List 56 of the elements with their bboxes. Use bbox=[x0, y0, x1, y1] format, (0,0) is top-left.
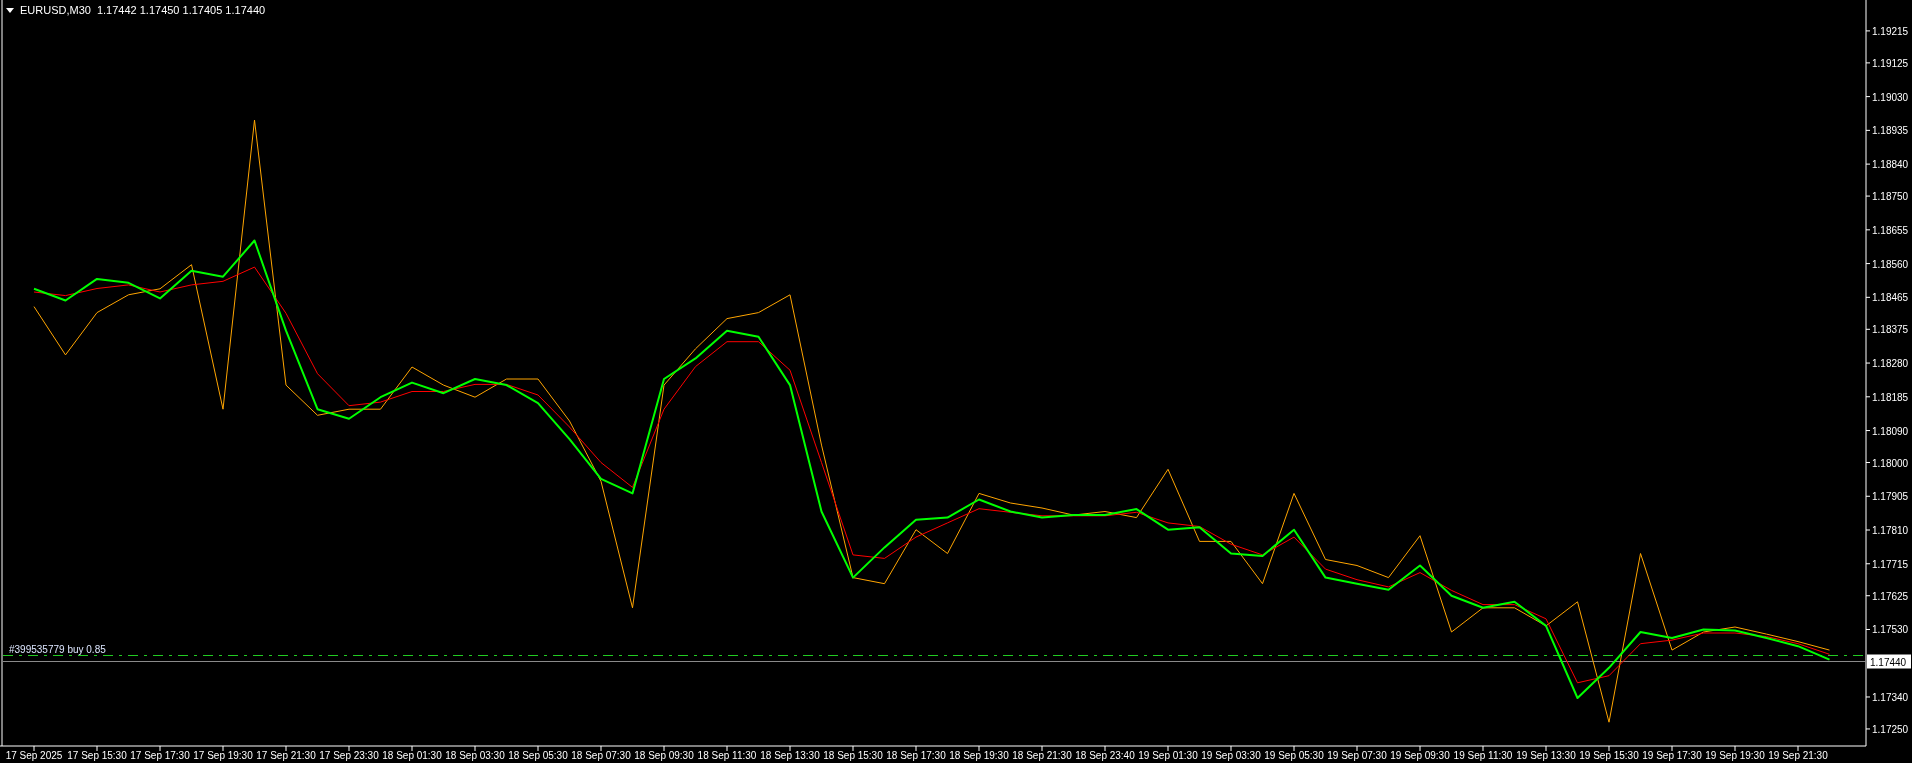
price-axis-label: 1.18465 bbox=[1872, 292, 1909, 304]
time-axis-label: 17 Sep 17:30 bbox=[130, 750, 190, 761]
price-axis-label: 1.18560 bbox=[1872, 258, 1909, 270]
price-axis-label: 1.17905 bbox=[1872, 491, 1909, 503]
time-axis-label: 19 Sep 01:30 bbox=[1138, 750, 1198, 761]
price-axis-label: 1.18655 bbox=[1872, 224, 1909, 236]
time-axis-label: 19 Sep 05:30 bbox=[1264, 750, 1324, 761]
price-axis-label: 1.17715 bbox=[1872, 558, 1909, 570]
time-axis-label: 19 Sep 11:30 bbox=[1453, 750, 1513, 761]
time-axis-label: 17 Sep 15:30 bbox=[67, 750, 127, 761]
price-axis-label: 1.19125 bbox=[1872, 57, 1909, 69]
price-axis-label: 1.18935 bbox=[1872, 125, 1909, 137]
price-axis-label: 1.18840 bbox=[1872, 159, 1909, 171]
time-axis-label: 18 Sep 05:30 bbox=[508, 750, 568, 761]
price-axis-label: 1.17250 bbox=[1872, 723, 1909, 735]
time-axis-label: 19 Sep 03:30 bbox=[1201, 750, 1261, 761]
time-axis-label: 18 Sep 21:30 bbox=[1012, 750, 1072, 761]
time-axis-label: 18 Sep 23:40 bbox=[1075, 750, 1135, 761]
price-axis-label: 1.19215 bbox=[1872, 25, 1909, 37]
price-axis-label: 1.19030 bbox=[1872, 91, 1909, 103]
time-axis-label: 18 Sep 03:30 bbox=[445, 750, 505, 761]
time-axis-label: 18 Sep 09:30 bbox=[634, 750, 694, 761]
quote-values: 1.17442 1.17450 1.17405 1.17440 bbox=[96, 3, 266, 17]
price-axis-label: 1.17810 bbox=[1872, 525, 1909, 536]
ref-line-label: 1.17440 bbox=[1870, 656, 1907, 668]
symbol-label: EURUSD,M30 bbox=[20, 3, 91, 17]
time-axis-label: 17 Sep 21:30 bbox=[256, 750, 316, 761]
time-axis-label: 18 Sep 17:30 bbox=[886, 750, 946, 761]
time-axis-label: 19 Sep 21:30 bbox=[1768, 750, 1828, 761]
time-axis-label: 18 Sep 19:30 bbox=[949, 750, 1009, 761]
time-axis-label: 19 Sep 07:30 bbox=[1327, 750, 1387, 761]
time-axis-label: 19 Sep 13:30 bbox=[1516, 750, 1576, 761]
price-axis-label: 1.17625 bbox=[1872, 590, 1909, 602]
time-axis-label: 19 Sep 17:30 bbox=[1642, 750, 1702, 761]
price-axis-label: 1.18375 bbox=[1872, 324, 1909, 336]
time-axis-label: 19 Sep 15:30 bbox=[1579, 750, 1639, 761]
price-axis-label: 1.18000 bbox=[1872, 457, 1909, 469]
order-label: #399535779 buy 0.85 bbox=[9, 643, 106, 655]
time-axis-label: 17 Sep 2025 bbox=[5, 750, 63, 761]
time-axis-label: 17 Sep 19:30 bbox=[193, 750, 253, 761]
price-axis-label: 1.17530 bbox=[1872, 624, 1909, 636]
price-axis-label: 1.18280 bbox=[1872, 358, 1909, 370]
price-axis-label: 1.18090 bbox=[1872, 425, 1909, 437]
current-price-tag: 1.17440 bbox=[1867, 654, 1911, 669]
price-axis-label: 1.18185 bbox=[1872, 391, 1909, 403]
time-axis-label: 18 Sep 13:30 bbox=[760, 750, 820, 761]
price-axis-label: 1.17340 bbox=[1872, 692, 1909, 703]
dropdown-triangle-icon[interactable] bbox=[6, 7, 14, 13]
time-axis-label: 18 Sep 15:30 bbox=[823, 750, 883, 761]
price-axis-label: 1.18750 bbox=[1872, 191, 1909, 203]
time-axis-label: 17 Sep 23:30 bbox=[319, 750, 379, 761]
time-axis-label: 19 Sep 09:30 bbox=[1390, 750, 1450, 761]
time-axis-label: 18 Sep 11:30 bbox=[697, 750, 757, 761]
time-axis-label: 19 Sep 19:30 bbox=[1705, 750, 1765, 761]
time-axis-label: 18 Sep 07:30 bbox=[571, 750, 631, 761]
time-axis-label: 18 Sep 01:30 bbox=[382, 750, 442, 761]
